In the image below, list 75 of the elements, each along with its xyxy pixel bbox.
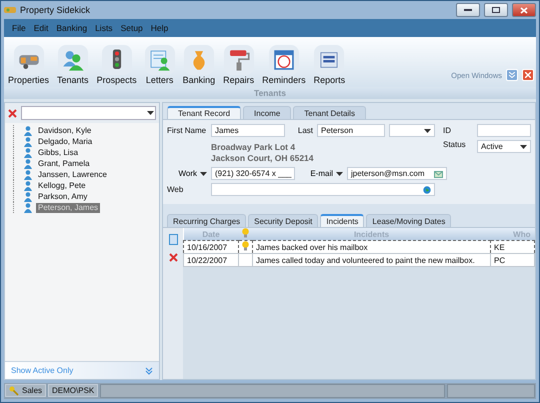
close-icon [525, 72, 531, 78]
email-type-dropdown[interactable]: E-mail [299, 169, 343, 178]
column-header: Who [490, 228, 534, 240]
clear-icon[interactable] [8, 108, 17, 118]
column-header: Date [184, 228, 238, 240]
table-cell: KE [490, 240, 534, 254]
tenant-item[interactable]: Janssen, Lawrence [36, 170, 109, 180]
tab[interactable]: Security Deposit [248, 214, 318, 227]
key-icon [9, 386, 19, 396]
last-name-label: Last [296, 126, 313, 135]
caret-icon[interactable] [200, 172, 207, 176]
tab[interactable]: Lease/Moving Dates [366, 214, 452, 227]
last-name-field[interactable]: Peterson [317, 124, 385, 137]
caret-icon[interactable] [147, 111, 154, 115]
user-status-panel: Sales [5, 384, 46, 397]
database-status-panel: DEMO\PSK [48, 384, 98, 397]
table-cell: PC [490, 254, 534, 266]
menu-item[interactable]: Banking [52, 23, 92, 33]
tab[interactable]: Income [243, 106, 292, 119]
lightbulb-icon [242, 241, 249, 251]
menu-item[interactable]: Help [146, 23, 172, 33]
menu-item[interactable]: File [8, 23, 30, 33]
caret-icon[interactable] [336, 172, 343, 176]
tenant-item[interactable]: Gibbs, Lisa [36, 148, 80, 158]
globe-icon[interactable] [423, 186, 431, 194]
delete-icon[interactable] [168, 253, 178, 262]
tenant-item[interactable]: Kellogg, Pete [36, 180, 88, 190]
phone-type-dropdown[interactable]: Work [167, 169, 207, 178]
tenant-item[interactable]: Grant, Pamela [36, 158, 92, 168]
minimize-button[interactable] [456, 3, 480, 17]
address-text: Broadway Park Lot 4 Jackson Court, OH 65214 [211, 141, 315, 164]
close-button[interactable] [512, 3, 536, 17]
expand-button[interactable] [506, 69, 518, 81]
status-label: Status [443, 140, 467, 149]
column-header: Incidents [252, 228, 490, 240]
window-title: Property Sidekick [20, 5, 92, 15]
id-label: ID [443, 126, 452, 135]
caret-icon[interactable] [424, 128, 431, 132]
menu-item[interactable]: Lists [91, 23, 117, 33]
web-label: Web [167, 185, 184, 194]
chevron-down-icon[interactable] [145, 366, 153, 374]
tab[interactable]: Recurring Charges [167, 214, 246, 227]
tenant-item[interactable]: Davidson, Kyle [36, 126, 94, 136]
table-cell: James backed over his mailbox [252, 240, 490, 254]
status-dropdown[interactable]: Active [477, 140, 531, 153]
table-cell: 10/22/2007 [184, 254, 238, 266]
search-field[interactable] [21, 106, 156, 120]
table-cell: James called today and volunteered to paint the new mailbox. [252, 254, 490, 266]
caret-icon[interactable] [520, 144, 527, 148]
tab[interactable]: Incidents [320, 214, 364, 227]
lightbulb-icon [242, 228, 249, 238]
web-field[interactable] [211, 183, 435, 196]
email-field[interactable]: jpeterson@msn.com [347, 167, 447, 180]
phone-field[interactable]: (921) 320-6574 x ___ [211, 167, 295, 180]
first-name-label: First Name [167, 126, 207, 135]
app-logo-icon [4, 6, 16, 14]
chevron-down-icon [509, 72, 515, 78]
close-icon [520, 6, 528, 14]
tab[interactable]: Tenant Details [293, 106, 366, 119]
toolbar-button[interactable]: Reminders [260, 45, 308, 85]
tenant-item[interactable]: Delgado, Maria [36, 136, 94, 146]
table-cell: 10/16/2007 [184, 240, 238, 254]
menu-item[interactable]: Edit [30, 23, 52, 33]
envelope-icon[interactable] [434, 170, 443, 178]
id-field[interactable] [477, 124, 531, 137]
restore-icon [492, 7, 500, 13]
menu-item[interactable]: Setup [116, 23, 147, 33]
first-name-field[interactable]: James [211, 124, 285, 137]
restore-button[interactable] [484, 3, 508, 17]
tenant-item[interactable]: Parkson, Amy [36, 192, 90, 202]
section-title: Tenants [4, 87, 536, 99]
minimize-icon [464, 8, 472, 12]
new-document-icon[interactable] [168, 234, 178, 245]
tab[interactable]: Tenant Record [167, 106, 242, 119]
suffix-dropdown[interactable] [389, 124, 435, 137]
